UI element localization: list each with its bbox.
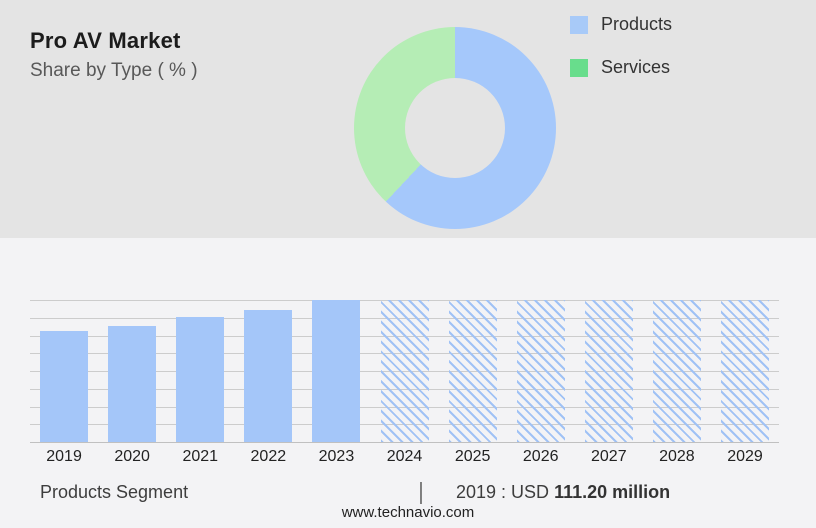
bar-slot <box>643 300 711 442</box>
forecast-bar-2027 <box>584 300 633 442</box>
bar-slot <box>711 300 779 442</box>
bar-slot <box>575 300 643 442</box>
page-subtitle: Share by Type ( % ) <box>30 60 198 81</box>
bar-slot <box>166 300 234 442</box>
legend-item-services: Services <box>570 57 672 78</box>
x-axis-label-2020: 2020 <box>114 448 150 465</box>
value-bar-2022 <box>244 309 293 442</box>
bar-slot <box>439 300 507 442</box>
x-axis-label-2029: 2029 <box>727 448 763 465</box>
bar-slot <box>370 300 438 442</box>
x-axis-label-2027: 2027 <box>591 448 627 465</box>
x-axis-label-2024: 2024 <box>386 448 423 465</box>
forecast-bar-2026 <box>516 300 565 442</box>
x-axis-label-2026: 2026 <box>522 448 559 465</box>
x-axis-label-2019: 2019 <box>46 448 82 465</box>
bar-slot <box>234 300 302 442</box>
forecast-bar-2024 <box>380 300 429 442</box>
donut-chart <box>354 27 556 229</box>
donut-hole <box>405 78 505 178</box>
forecast-bar-2029 <box>720 300 769 442</box>
legend-label: Products <box>601 14 673 34</box>
x-axis-label-2022: 2022 <box>250 448 287 465</box>
bar-slots <box>30 300 779 442</box>
segment-value-prefix: 2019 : USD <box>456 482 555 502</box>
value-bar-2021 <box>176 317 225 442</box>
page-title: Pro AV Market <box>30 28 181 53</box>
gridline <box>30 442 779 443</box>
products-segment-panel: 2019 2020 2021 2022 2023 2024 2025 2026 2027 2028… <box>0 238 816 528</box>
website-url: www.technavio.com <box>341 504 475 521</box>
value-bar-2023 <box>312 300 361 442</box>
x-axis-label-2021: 2021 <box>182 448 219 465</box>
forecast-bar-2028 <box>652 300 701 442</box>
services-swatch-icon <box>570 58 588 77</box>
value-bar-2019 <box>40 331 89 442</box>
legend-label: Services <box>601 57 671 77</box>
value-bar-2020 <box>108 325 157 442</box>
share-by-type-panel: Pro AV Market Share by Type ( % ) Produc… <box>0 0 816 238</box>
forecast-bar-2025 <box>448 300 497 442</box>
bar-slot <box>302 300 370 442</box>
bar-chart <box>30 300 779 443</box>
bar-slot <box>98 300 166 442</box>
x-axis-labels: 2019 2020 2021 2022 2023 2024 2025 2026 2027 2028… <box>30 448 779 466</box>
caption-divider: | <box>418 478 424 504</box>
bar-slot <box>507 300 575 442</box>
chart-legend: Products Services <box>570 14 672 100</box>
products-swatch-icon <box>570 15 588 34</box>
bar-slot <box>30 300 98 442</box>
x-axis-label-2025: 2025 <box>454 448 491 465</box>
x-axis-label-2028: 2028 <box>659 448 695 465</box>
segment-caption: Products Segment <box>40 482 189 502</box>
legend-item-products: Products <box>570 14 672 35</box>
x-axis-label-2023: 2023 <box>318 448 355 465</box>
segment-value: 2019 : USD 111.20 million <box>456 482 670 503</box>
segment-value-amount: 111.20 million <box>554 482 671 502</box>
